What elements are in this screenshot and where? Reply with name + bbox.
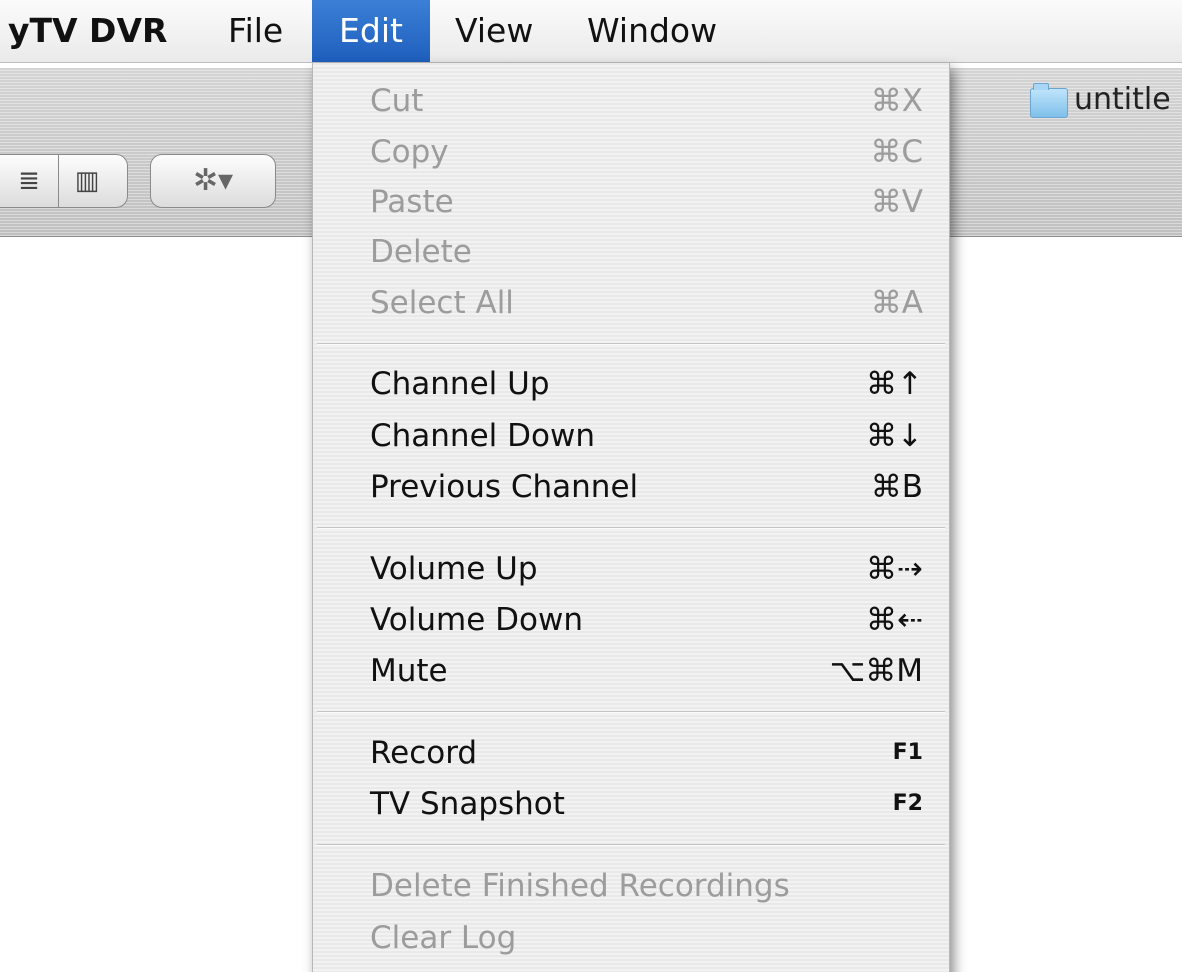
action-gear-icon[interactable]: ✲▾ [150, 154, 276, 208]
menu-item-label: Previous Channel [370, 469, 639, 505]
menu-item-shortcut: ⌘⇠ [866, 602, 923, 638]
menu-item-shortcut: ⌘⇢ [866, 551, 923, 587]
menu-item-label: Cut [370, 83, 424, 119]
screen: yTV DVR File Edit View Window untitle ≣ … [0, 0, 1182, 972]
menu-item-record[interactable]: Record F1 [313, 728, 949, 778]
menu-item-channel-up[interactable]: Channel Up ⌘↑ [313, 359, 949, 409]
menu-window[interactable]: Window [587, 0, 717, 62]
menu-item-label: TV Snapshot [370, 786, 565, 822]
menu-item-shortcut: ⌘A [870, 285, 923, 321]
menu-item-shortcut: F2 [892, 791, 923, 816]
menu-item-cut[interactable]: Cut ⌘X [313, 76, 949, 126]
menu-item-label: Clear Log [370, 920, 517, 956]
list-view-icon[interactable]: ≣ [1, 155, 57, 207]
menu-item-copy[interactable]: Copy ⌘C [313, 127, 949, 177]
menu-separator [317, 844, 945, 846]
menu-item-shortcut: ⌘C [870, 134, 923, 170]
menu-item-volume-up[interactable]: Volume Up ⌘⇢ [313, 544, 949, 594]
menu-item-previous-channel[interactable]: Previous Channel ⌘B [313, 462, 949, 512]
edit-menu: Cut ⌘X Copy ⌘C Paste ⌘V Delete Select Al… [312, 63, 950, 972]
menu-item-label: Mute [370, 653, 448, 689]
menu-app-name[interactable]: yTV DVR [8, 0, 167, 62]
menu-item-label: Select All [370, 285, 514, 321]
menu-item-label: Channel Up [370, 366, 550, 402]
menu-item-label: Delete [370, 234, 472, 270]
menu-item-shortcut: ⌘↓ [866, 418, 923, 454]
menu-item-label: Copy [370, 134, 449, 170]
menu-item-shortcut: ⌘X [870, 83, 923, 119]
menu-item-label: Volume Up [370, 551, 538, 587]
menu-item-shortcut: ⌘↑ [866, 366, 923, 402]
menu-item-select-all[interactable]: Select All ⌘A [313, 278, 949, 328]
column-view-icon[interactable]: ▥ [58, 155, 115, 207]
menu-item-delete-finished-recordings[interactable]: Delete Finished Recordings [313, 861, 949, 911]
menu-item-volume-down[interactable]: Volume Down ⌘⇠ [313, 595, 949, 645]
menu-separator [317, 527, 945, 529]
menu-item-label: Paste [370, 184, 454, 220]
menu-view[interactable]: View [455, 0, 533, 62]
menu-item-tv-snapshot[interactable]: TV Snapshot F2 [313, 779, 949, 829]
menu-edit[interactable]: Edit [312, 0, 430, 62]
menu-item-clear-log[interactable]: Clear Log [313, 913, 949, 963]
menu-item-channel-down[interactable]: Channel Down ⌘↓ [313, 411, 949, 461]
menu-item-shortcut: F1 [892, 740, 923, 765]
menu-item-shortcut: ⌘V [870, 184, 923, 220]
menu-separator [317, 711, 945, 713]
view-mode-control: ≣ ▥ [0, 154, 128, 208]
window-title: untitle [1074, 82, 1171, 117]
menu-item-label: Delete Finished Recordings [370, 868, 790, 904]
menu-item-shortcut: ⌘B [870, 469, 923, 505]
menu-file[interactable]: File [228, 0, 283, 62]
menu-item-label: Volume Down [370, 602, 583, 638]
menu-item-label: Channel Down [370, 418, 595, 454]
menu-separator [317, 343, 945, 345]
menu-item-label: Record [370, 735, 478, 771]
menu-item-shortcut: ⌥⌘M [829, 653, 923, 689]
menu-item-paste[interactable]: Paste ⌘V [313, 177, 949, 227]
menu-bar: yTV DVR File Edit View Window [0, 0, 1182, 63]
menu-item-mute[interactable]: Mute ⌥⌘M [313, 646, 949, 696]
menu-item-delete[interactable]: Delete [313, 227, 949, 277]
